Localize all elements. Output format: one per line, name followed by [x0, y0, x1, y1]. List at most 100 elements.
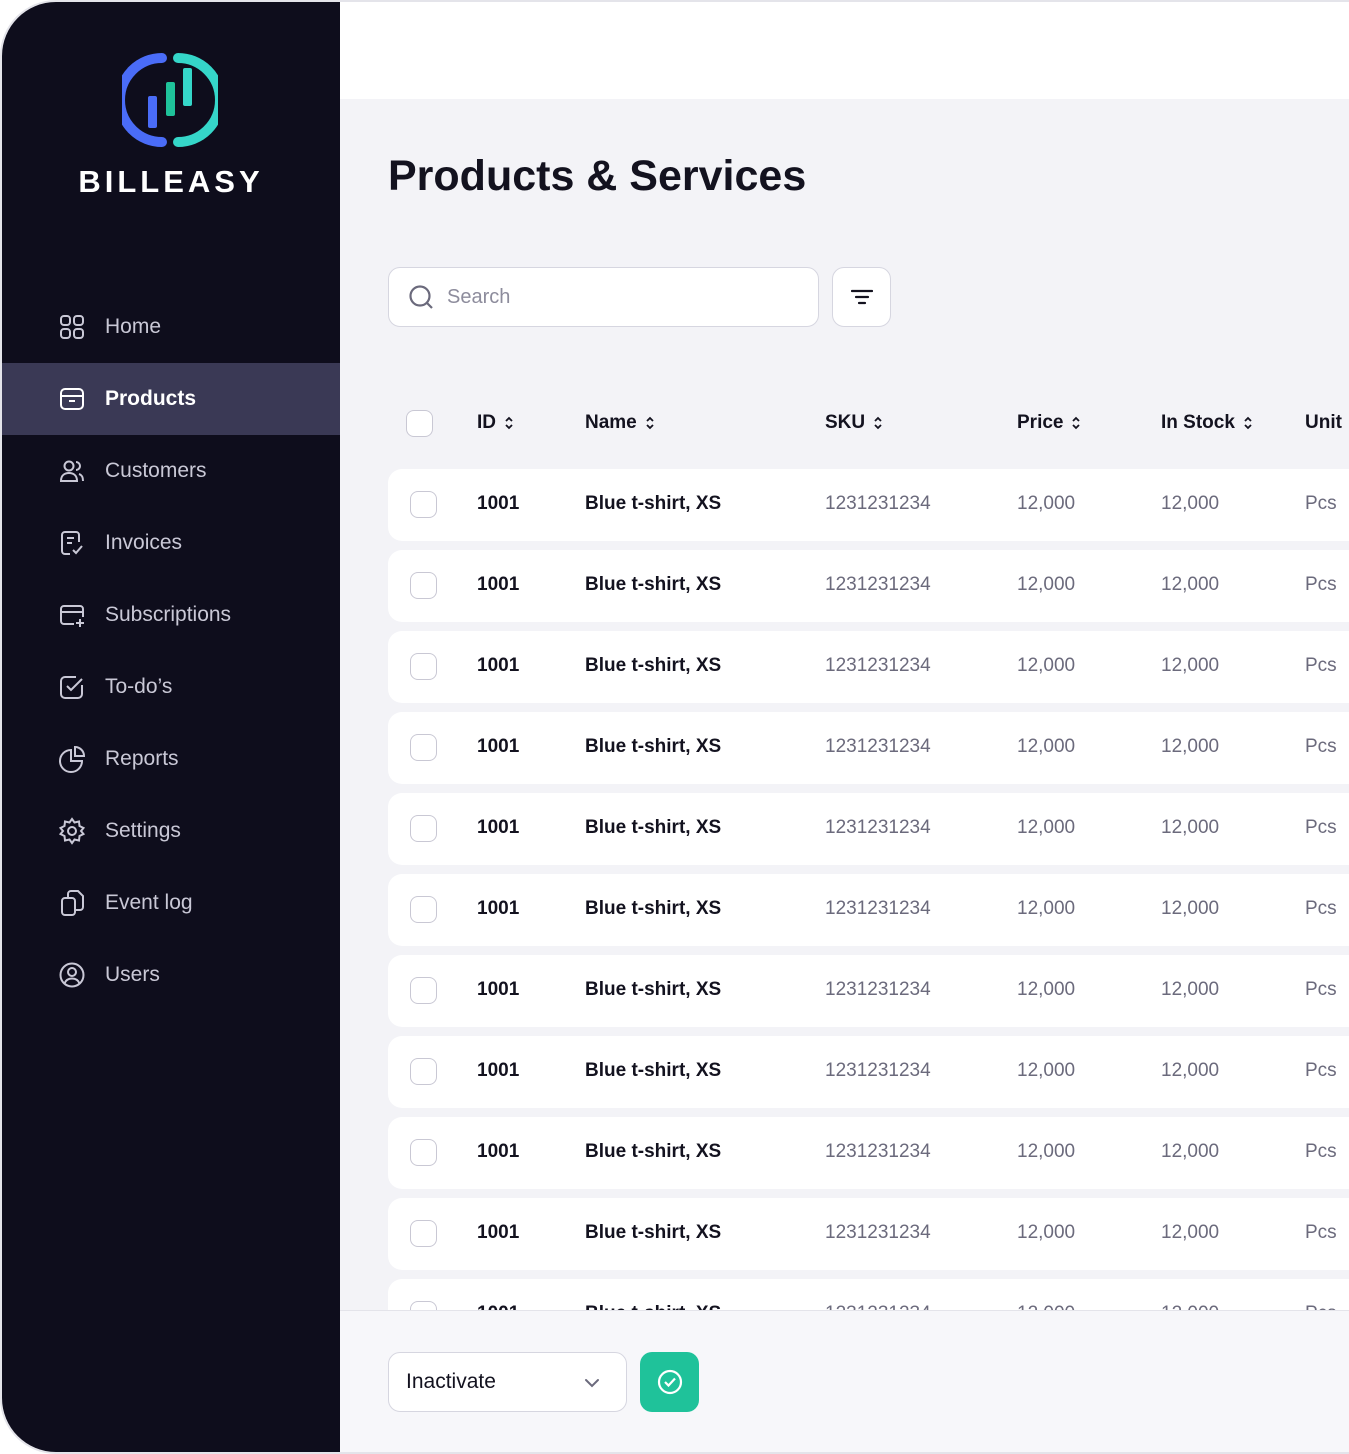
pie-chart-icon — [57, 744, 87, 774]
table-row[interactable]: 1001 Blue t-shirt, XS 1231231234 12,000 12,0… — [388, 1279, 1349, 1310]
sidebar-item-users[interactable]: Users — [2, 939, 340, 1011]
cell-sku: 1231231234 — [825, 979, 931, 1000]
cell-unit: Pcs — [1305, 1141, 1337, 1162]
cell-id: 1001 — [477, 736, 520, 757]
cell-price: 12,000 — [1017, 1303, 1075, 1310]
table-row[interactable]: 1001 Blue t-shirt, XS 1231231234 12,000 12,0… — [388, 1198, 1349, 1270]
search-input[interactable] — [447, 285, 787, 309]
card-icon — [57, 600, 87, 630]
cell-sku: 1231231234 — [825, 1060, 931, 1081]
cell-unit: Pcs — [1305, 979, 1337, 1000]
select-all-checkbox[interactable] — [406, 410, 433, 437]
cell-unit: Pcs — [1305, 655, 1337, 676]
table-row[interactable]: 1001 Blue t-shirt, XS 1231231234 12,000 12,0… — [388, 631, 1349, 703]
bulk-action-select[interactable]: Inactivate — [388, 1352, 627, 1412]
sidebar-item-settings[interactable]: Settings — [2, 795, 340, 867]
cell-in-stock: 12,000 — [1161, 817, 1220, 838]
chevron-down-icon — [585, 1379, 599, 1388]
row-checkbox[interactable] — [410, 1058, 437, 1085]
column-header-name[interactable]: Name — [585, 412, 655, 434]
table-row[interactable]: 1001 Blue t-shirt, XS 1231231234 12,000 12,0… — [388, 793, 1349, 865]
row-checkbox[interactable] — [410, 896, 437, 923]
table-row[interactable]: 1001 Blue t-shirt, XS 1231231234 12,000 12,0… — [388, 955, 1349, 1027]
cell-sku: 1231231234 — [825, 898, 931, 919]
cell-price: 12,000 — [1017, 817, 1076, 838]
cell-price: 12,000 — [1017, 1222, 1076, 1243]
column-header-unit[interactable]: Unit — [1305, 412, 1342, 434]
sidebar-item-label: Subscriptions — [105, 603, 232, 626]
cell-unit: Pcs — [1305, 1060, 1337, 1081]
sidebar-item-label: Customers — [105, 459, 207, 482]
search-box[interactable] — [388, 267, 819, 327]
table-body: 1001 Blue t-shirt, XS 1231231234 12,000 12,0… — [388, 469, 1349, 1310]
invoice-icon — [57, 528, 87, 558]
cell-price: 12,000 — [1017, 493, 1076, 514]
table-row[interactable]: 1001 Blue t-shirt, XS 1231231234 12,000 12,0… — [388, 1036, 1349, 1108]
filter-button[interactable] — [832, 267, 891, 327]
apply-action-button[interactable] — [640, 1352, 699, 1412]
row-checkbox[interactable] — [410, 1301, 437, 1310]
table-row[interactable]: 1001 Blue t-shirt, XS 1231231234 12,000 12,0… — [388, 1117, 1349, 1189]
table-row[interactable]: 1001 Blue t-shirt, XS 1231231234 12,000 12,0… — [388, 712, 1349, 784]
cell-id: 1001 — [477, 817, 520, 838]
cell-sku: 1231231234 — [825, 817, 931, 838]
column-header-id[interactable]: ID — [477, 412, 514, 434]
cell-in-stock: 12,000 — [1161, 493, 1220, 514]
column-label: Unit — [1305, 412, 1342, 433]
row-checkbox[interactable] — [410, 815, 437, 842]
sort-icon — [874, 416, 882, 430]
cell-name: Blue t-shirt, XS — [585, 493, 722, 514]
sidebar-item-invoices[interactable]: Invoices — [2, 507, 340, 579]
sidebar-nav: Home Products Customers Invoices Subscri… — [2, 291, 340, 1011]
cell-unit: Pcs — [1305, 1303, 1337, 1310]
column-label: ID — [477, 412, 496, 433]
cell-in-stock: 12,000 — [1161, 736, 1220, 757]
row-checkbox[interactable] — [410, 491, 437, 518]
sidebar-item-event-log[interactable]: Event log — [2, 867, 340, 939]
table-row[interactable]: 1001 Blue t-shirt, XS 1231231234 12,000 12,0… — [388, 469, 1349, 541]
sidebar-item-reports[interactable]: Reports — [2, 723, 340, 795]
cell-unit: Pcs — [1305, 817, 1337, 838]
column-header-in-stock[interactable]: In Stock — [1161, 412, 1253, 434]
sort-icon — [1072, 416, 1081, 430]
users-icon — [57, 456, 87, 486]
column-header-price[interactable]: Price — [1017, 412, 1081, 434]
sidebar-item-todos[interactable]: To-do’s — [2, 651, 340, 723]
cell-unit: Pcs — [1305, 574, 1337, 595]
cell-price: 12,000 — [1017, 1141, 1076, 1162]
table-row[interactable]: 1001 Blue t-shirt, XS 1231231234 12,000 12,0… — [388, 550, 1349, 622]
cell-name: Blue t-shirt, XS — [585, 1141, 722, 1162]
sidebar-item-subscriptions[interactable]: Subscriptions — [2, 579, 340, 651]
cell-in-stock: 12,000 — [1161, 898, 1220, 919]
sidebar-item-customers[interactable]: Customers — [2, 435, 340, 507]
sidebar-item-home[interactable]: Home — [2, 291, 340, 363]
top-bar — [340, 2, 1349, 99]
cell-unit: Pcs — [1305, 736, 1337, 757]
user-circle-icon — [57, 960, 87, 990]
cell-name: Blue t-shirt, XS — [585, 817, 722, 838]
filter-icon — [850, 289, 873, 305]
cell-name: Blue t-shirt, XS — [585, 655, 722, 676]
sidebar: BILLEASY Home Products Customers Invoice… — [2, 2, 340, 1452]
sidebar-item-label: To-do’s — [105, 675, 173, 698]
cell-id: 1001 — [477, 1060, 520, 1081]
row-checkbox[interactable] — [410, 653, 437, 680]
bulk-action-selected: Inactivate — [406, 1370, 496, 1393]
sort-icon — [1244, 416, 1252, 430]
cell-in-stock: 12,000 — [1161, 979, 1220, 1000]
row-checkbox[interactable] — [410, 734, 437, 761]
column-header-sku[interactable]: SKU — [825, 412, 883, 434]
sidebar-item-products[interactable]: Products — [2, 363, 340, 435]
table-row[interactable]: 1001 Blue t-shirt, XS 1231231234 12,000 12,0… — [388, 874, 1349, 946]
billeasy-logo-icon — [122, 53, 218, 147]
checkbox-icon — [57, 672, 87, 702]
search-icon — [409, 285, 433, 309]
row-checkbox[interactable] — [410, 1139, 437, 1166]
cell-name: Blue t-shirt, XS — [585, 1222, 722, 1243]
cell-id: 1001 — [477, 493, 520, 514]
row-checkbox[interactable] — [410, 572, 437, 599]
row-checkbox[interactable] — [410, 1220, 437, 1247]
column-label: In Stock — [1161, 412, 1235, 433]
row-checkbox[interactable] — [410, 977, 437, 1004]
sidebar-item-label: Settings — [105, 819, 181, 842]
